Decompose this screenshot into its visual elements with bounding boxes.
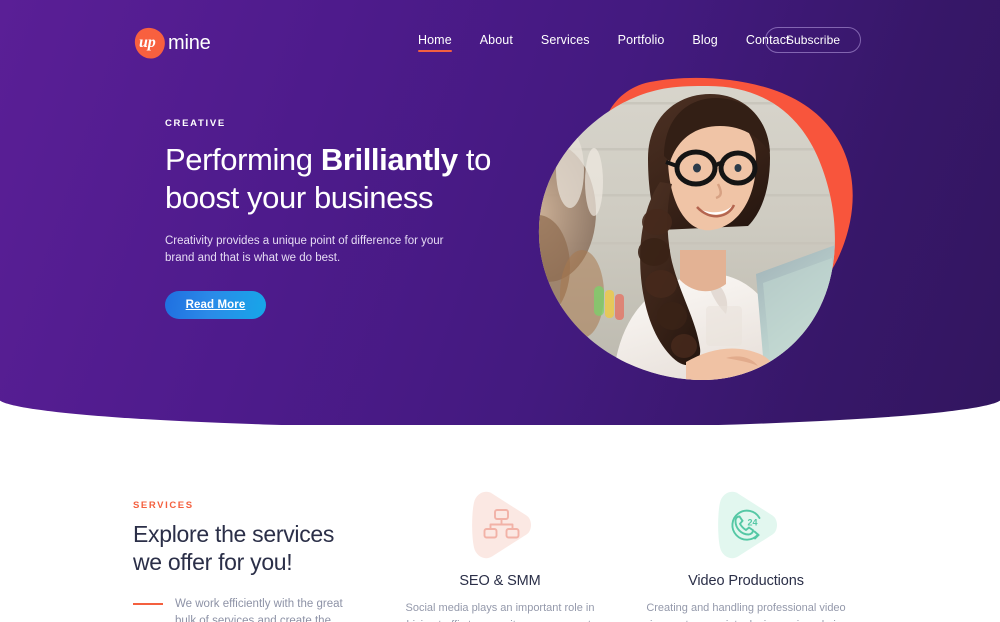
- services-body: We work efficiently with the great bulk …: [175, 598, 343, 622]
- services-intro: SERVICES Explore the services we offer f…: [133, 500, 363, 622]
- hero-copy: CREATIVE Performing Brilliantly to boost…: [165, 118, 495, 319]
- nav-item-portfolio[interactable]: Portfolio: [618, 30, 665, 52]
- nav-item-about[interactable]: About: [480, 30, 513, 52]
- logo[interactable]: up mine: [133, 26, 211, 60]
- logo-blob-icon: up: [133, 26, 167, 60]
- hero-title-bold: Brilliantly: [320, 142, 458, 177]
- support-24-icon: 24: [708, 487, 784, 563]
- nav-item-home[interactable]: Home: [418, 30, 452, 52]
- service-card-seo[interactable]: SEO & SMM Social media plays an importan…: [390, 487, 610, 622]
- nav-item-blog[interactable]: Blog: [692, 30, 717, 52]
- service-card-text: Social media plays an important role in …: [403, 602, 597, 622]
- hero-title: Performing Brilliantly to boost your bus…: [165, 141, 495, 217]
- service-card-title: Video Productions: [688, 573, 804, 589]
- services-body-row: We work efficiently with the great bulk …: [133, 596, 363, 622]
- subscribe-button[interactable]: Subscribe: [765, 27, 861, 53]
- service-card-title: SEO & SMM: [459, 573, 541, 589]
- service-card-text: Creating and handling professional video…: [646, 602, 846, 622]
- services-eyebrow: SERVICES: [133, 500, 194, 511]
- read-more-button[interactable]: Read More: [165, 291, 266, 319]
- nav-links: Home About Services Portfolio Blog Conta…: [418, 30, 790, 52]
- sitemap-icon: [462, 487, 538, 563]
- services-title: Explore the services we offer for you!: [133, 521, 335, 575]
- hero-title-part1: Performing: [165, 142, 321, 177]
- nav-item-services[interactable]: Services: [541, 30, 590, 52]
- hero-eyebrow: CREATIVE: [165, 118, 226, 129]
- logo-up-text: up: [139, 34, 156, 51]
- services-section: SERVICES Explore the services we offer f…: [0, 425, 1000, 622]
- accent-dash: [133, 603, 163, 605]
- svg-text:24: 24: [747, 518, 757, 528]
- service-card-video[interactable]: 24 Video Productions Creating and handli…: [636, 487, 856, 622]
- hero-subtitle: Creativity provides a unique point of di…: [165, 235, 444, 264]
- top-navigation: up mine Home About Services Portfolio Bl…: [0, 0, 1000, 80]
- hero-artwork: [520, 62, 860, 402]
- logo-mine-text: mine: [168, 32, 211, 54]
- landing-page: up mine Home About Services Portfolio Bl…: [0, 0, 1000, 622]
- hero-section: up mine Home About Services Portfolio Bl…: [0, 0, 1000, 425]
